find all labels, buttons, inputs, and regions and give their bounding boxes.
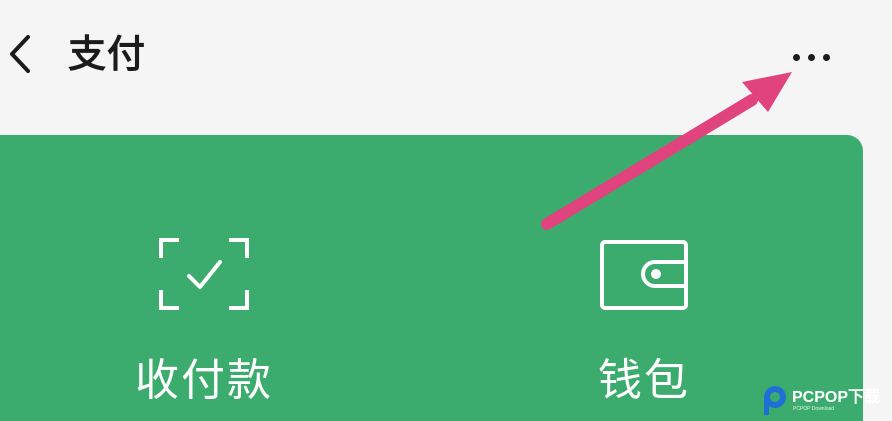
wallet-button[interactable]: 钱包 [514, 135, 774, 421]
more-button[interactable] [780, 38, 842, 72]
page-title: 支付 [68, 32, 147, 76]
wallet-icon [600, 240, 688, 310]
wallet-label: 钱包 [598, 355, 690, 406]
back-button[interactable] [0, 28, 40, 80]
collect-payment-button[interactable]: 收付款 [74, 135, 334, 421]
pcpop-logo-icon [764, 386, 786, 415]
top-bar: 支付 [0, 0, 892, 115]
watermark-subtext: PCPOP Download [793, 406, 835, 412]
more-dots-icon [789, 46, 834, 65]
payment-card: 收付款 钱包 [0, 135, 863, 421]
scan-check-icon [159, 238, 249, 310]
collect-payment-label: 收付款 [135, 355, 273, 406]
watermark-brand: PCPOP下载 [792, 389, 881, 406]
watermark: PCPOP下载 PCPOP Download [760, 382, 888, 416]
payment-page: 支付 收付款 钱包 PCPOP下载 PCPOP Download [0, 0, 892, 421]
chevron-left-icon [10, 35, 30, 73]
